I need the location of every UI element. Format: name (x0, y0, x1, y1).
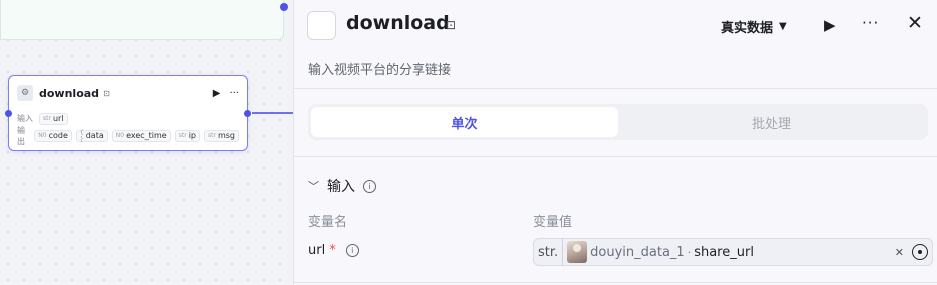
node-output-tag: str ip (174, 129, 200, 142)
column-header-name: 变量名 (308, 215, 348, 230)
node-more-icon[interactable]: ··· (229, 88, 239, 99)
node-input-label: 输入 (17, 114, 33, 123)
input-section-toggle[interactable]: ﹀ 输入 i (308, 176, 376, 196)
test-run-panel: download ⊡ 真实数据 ▼ ▶ ··· ✕ 输入视频平台的分享链接 单次… (293, 0, 937, 285)
ref-node-name: douyin_data_1 (590, 244, 685, 260)
tab-batch[interactable]: 批处理 (618, 107, 925, 137)
param-value-field[interactable]: str. douyin_data_1 · share_url ✕ (533, 238, 933, 266)
node-input-port[interactable] (5, 110, 12, 117)
node-run-icon[interactable]: ▶ (213, 88, 221, 99)
node-output-tag: N0 code (34, 129, 72, 142)
tab-single[interactable]: 单次 (311, 107, 618, 137)
node-inputs-row: 输入 str url (9, 110, 247, 127)
ref-field-name: share_url (694, 244, 754, 260)
caret-down-icon: ▼ (779, 21, 787, 32)
data-mode-label: 真实数据 (721, 21, 774, 36)
run-button[interactable]: ▶ (824, 16, 836, 34)
info-icon[interactable]: i (363, 179, 376, 193)
info-icon[interactable]: i (345, 244, 359, 257)
panel-title: download (346, 12, 450, 34)
data-mode-select[interactable]: 真实数据 ▼ (721, 17, 787, 36)
param-label: url (308, 243, 326, 258)
required-mark: * (329, 243, 336, 258)
chevron-down-icon: ﹀ (308, 180, 319, 193)
connection-edge (252, 112, 293, 114)
more-icon[interactable]: ··· (862, 14, 879, 32)
node-input-tag: str url (39, 112, 68, 125)
plugin-avatar (307, 11, 336, 40)
node-output-label: 输出 (17, 125, 25, 146)
workflow-canvas[interactable]: ⚙ download ⊡ ▶ ··· 输入 str url 输出 N0 code … (0, 0, 293, 285)
param-name: url * i (308, 243, 359, 258)
ref-separator: · (687, 245, 692, 259)
ref-node-avatar (567, 241, 588, 263)
variable-picker-icon[interactable] (912, 244, 928, 260)
node-title: download (39, 86, 100, 100)
value-type-label: str. (538, 238, 564, 266)
panel-description: 输入视频平台的分享链接 (308, 63, 452, 78)
node-output-port[interactable] (244, 110, 251, 117)
node-output-tag: N0 exec_time (111, 129, 171, 142)
divider (294, 156, 937, 157)
divider (294, 282, 937, 283)
plugin-api-icon: ⊡ (446, 18, 457, 32)
section-title: 输入 (327, 179, 355, 195)
node-output-tag: { } data (75, 129, 108, 143)
divider (294, 88, 937, 89)
panel-header: download ⊡ 真实数据 ▼ ▶ ··· ✕ (294, 0, 937, 52)
plugin-api-icon: ⊡ (103, 88, 110, 98)
close-icon[interactable]: ✕ (907, 12, 923, 34)
node-output-tag: str msg (204, 129, 239, 142)
download-node[interactable]: ⚙ download ⊡ ▶ ··· 输入 str url 输出 N0 code … (5, 75, 251, 151)
upstream-node-output-port[interactable] (280, 3, 288, 11)
run-mode-tabs: 单次 批处理 (308, 104, 928, 140)
column-header-value: 变量值 (533, 215, 573, 230)
clear-icon[interactable]: ✕ (895, 246, 904, 259)
node-outputs-row: 输出 N0 code { } data N0 exec_time str ip str m… (9, 125, 247, 146)
plugin-icon: ⚙ (17, 85, 33, 101)
upstream-node[interactable] (0, 0, 288, 40)
